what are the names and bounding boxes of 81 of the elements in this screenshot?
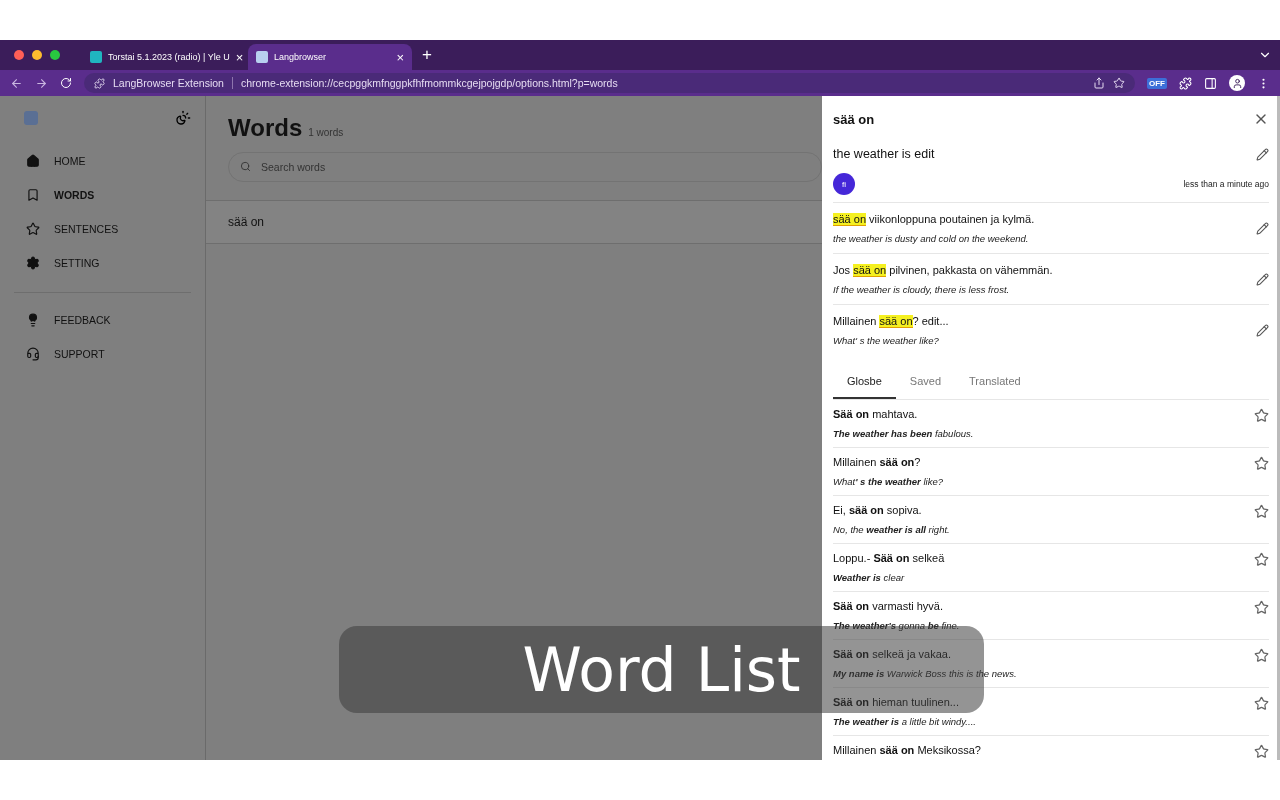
sidebar-item[interactable]: SUPPORT [14, 337, 191, 371]
star-icon[interactable] [1254, 696, 1269, 711]
back-icon[interactable] [10, 76, 23, 90]
theme-toggle-icon[interactable] [175, 110, 191, 126]
forward-icon[interactable] [35, 76, 48, 90]
result-sentence: Millainen sää on? [833, 456, 922, 468]
search-field[interactable]: Search words [228, 152, 822, 182]
result-translation: What' s the weather like? [833, 476, 943, 487]
result-sentence: Ei, sää on sopiva. [833, 504, 923, 516]
example-sentence: Millainen sää on? edit... [833, 314, 949, 327]
edit-icon[interactable] [1256, 272, 1269, 286]
settings-icon [26, 256, 40, 270]
example-translation: What' s the weather like? [833, 334, 940, 346]
source-tab[interactable]: Saved [895, 365, 956, 399]
profile-avatar[interactable] [1229, 75, 1245, 91]
example-translation: the weather is dusty and cold on the weekend. [833, 232, 1030, 244]
favicon-icon [90, 51, 102, 63]
result-translation: The weather has been fabulous. [833, 428, 974, 439]
sidebar-item[interactable]: SETTING [14, 246, 191, 280]
result-translation: No, the weather is all right. [833, 524, 950, 535]
result-translation: The weather is a little bit windy.... [833, 716, 976, 727]
headset-icon [26, 347, 40, 361]
language-avatar: fi [833, 173, 855, 195]
sidebar-item[interactable]: FEEDBACK [14, 303, 191, 337]
example-translation: If the weather is cloudy, there is less frost. [833, 283, 1011, 295]
new-tab-button[interactable]: + [422, 45, 432, 65]
star-icon[interactable] [1254, 456, 1269, 471]
puzzle-icon [94, 77, 105, 89]
browser-tab[interactable]: Langbrowser × [248, 44, 412, 70]
timestamp: less than a minute ago [1183, 179, 1269, 189]
browser-tab[interactable]: Torstai 5.1.2023 (radio) | Yle U × [82, 44, 246, 70]
result-sentence: Loppu.- Sää on selkeä [833, 552, 945, 564]
star-icon[interactable] [1254, 408, 1269, 423]
tab-title: Torstai 5.1.2023 (radio) | Yle U [108, 52, 230, 62]
star-icon[interactable] [1254, 504, 1269, 519]
star-icon[interactable] [1254, 552, 1269, 567]
bookmark-star-icon[interactable] [1113, 77, 1125, 89]
search-icon [240, 161, 251, 172]
result-sentence: Sää on hieman tuulinen... [833, 696, 960, 708]
word-row[interactable]: sää on [206, 200, 822, 244]
example-sentence: Jos sää on pilvinen, pakkasta on vähemmän. [833, 263, 1053, 276]
home-icon [26, 154, 40, 168]
source-tab[interactable]: Translated [955, 365, 1035, 399]
example-sentence: sää on viikonloppuna poutainen ja kylmä. [833, 212, 1035, 225]
sidebar-item[interactable]: HOME [14, 144, 191, 178]
star-icon [26, 222, 40, 236]
extensions-icon[interactable] [1179, 76, 1192, 90]
result-sentence: Sää on selkeä ja vakaa. [833, 648, 952, 660]
result-translation: Weather is clear [833, 572, 906, 583]
favicon-icon [256, 51, 268, 63]
edit-icon[interactable] [1256, 323, 1269, 337]
star-icon[interactable] [1254, 744, 1269, 759]
url-text[interactable]: chrome-extension://cecpggkmfnggpkfhfmommkcgejpojgdp/options.html?p=words [240, 77, 618, 89]
sidebar-item[interactable]: SENTENCES [14, 212, 191, 246]
star-icon[interactable] [1254, 648, 1269, 663]
bookmark-icon [26, 188, 40, 202]
edit-icon[interactable] [1256, 147, 1269, 161]
minimize-window-button[interactable] [32, 50, 42, 60]
close-tab-button[interactable]: × [396, 49, 404, 65]
close-tab-button[interactable]: × [235, 49, 244, 65]
share-icon[interactable] [1093, 77, 1105, 89]
page-title: Words [228, 114, 303, 142]
tab-title: Langbrowser [274, 52, 328, 62]
zoom-window-button[interactable] [50, 50, 60, 60]
site-name: LangBrowser Extension [113, 77, 224, 89]
sidebar-item[interactable]: WORDS [14, 178, 191, 212]
result-sentence: Sää on mahtava. [833, 408, 919, 420]
star-icon[interactable] [1254, 600, 1269, 615]
source-tab[interactable]: Glosbe [833, 365, 896, 399]
close-window-button[interactable] [14, 50, 24, 60]
edit-icon[interactable] [1256, 221, 1269, 235]
app-logo-icon [24, 111, 38, 125]
word-title: sää on [833, 111, 875, 127]
extension-badge[interactable]: OFF [1147, 77, 1167, 89]
lightbulb-icon [26, 313, 40, 327]
word-count: 1 words [308, 127, 344, 138]
result-sentence: Sää on varmasti hyvä. [833, 600, 945, 612]
reload-icon[interactable] [60, 77, 72, 89]
result-sentence: Millainen sää on Meksikossa? [833, 744, 981, 756]
word-translation: the weather is edit [833, 147, 935, 161]
side-panel-icon[interactable] [1204, 76, 1217, 90]
